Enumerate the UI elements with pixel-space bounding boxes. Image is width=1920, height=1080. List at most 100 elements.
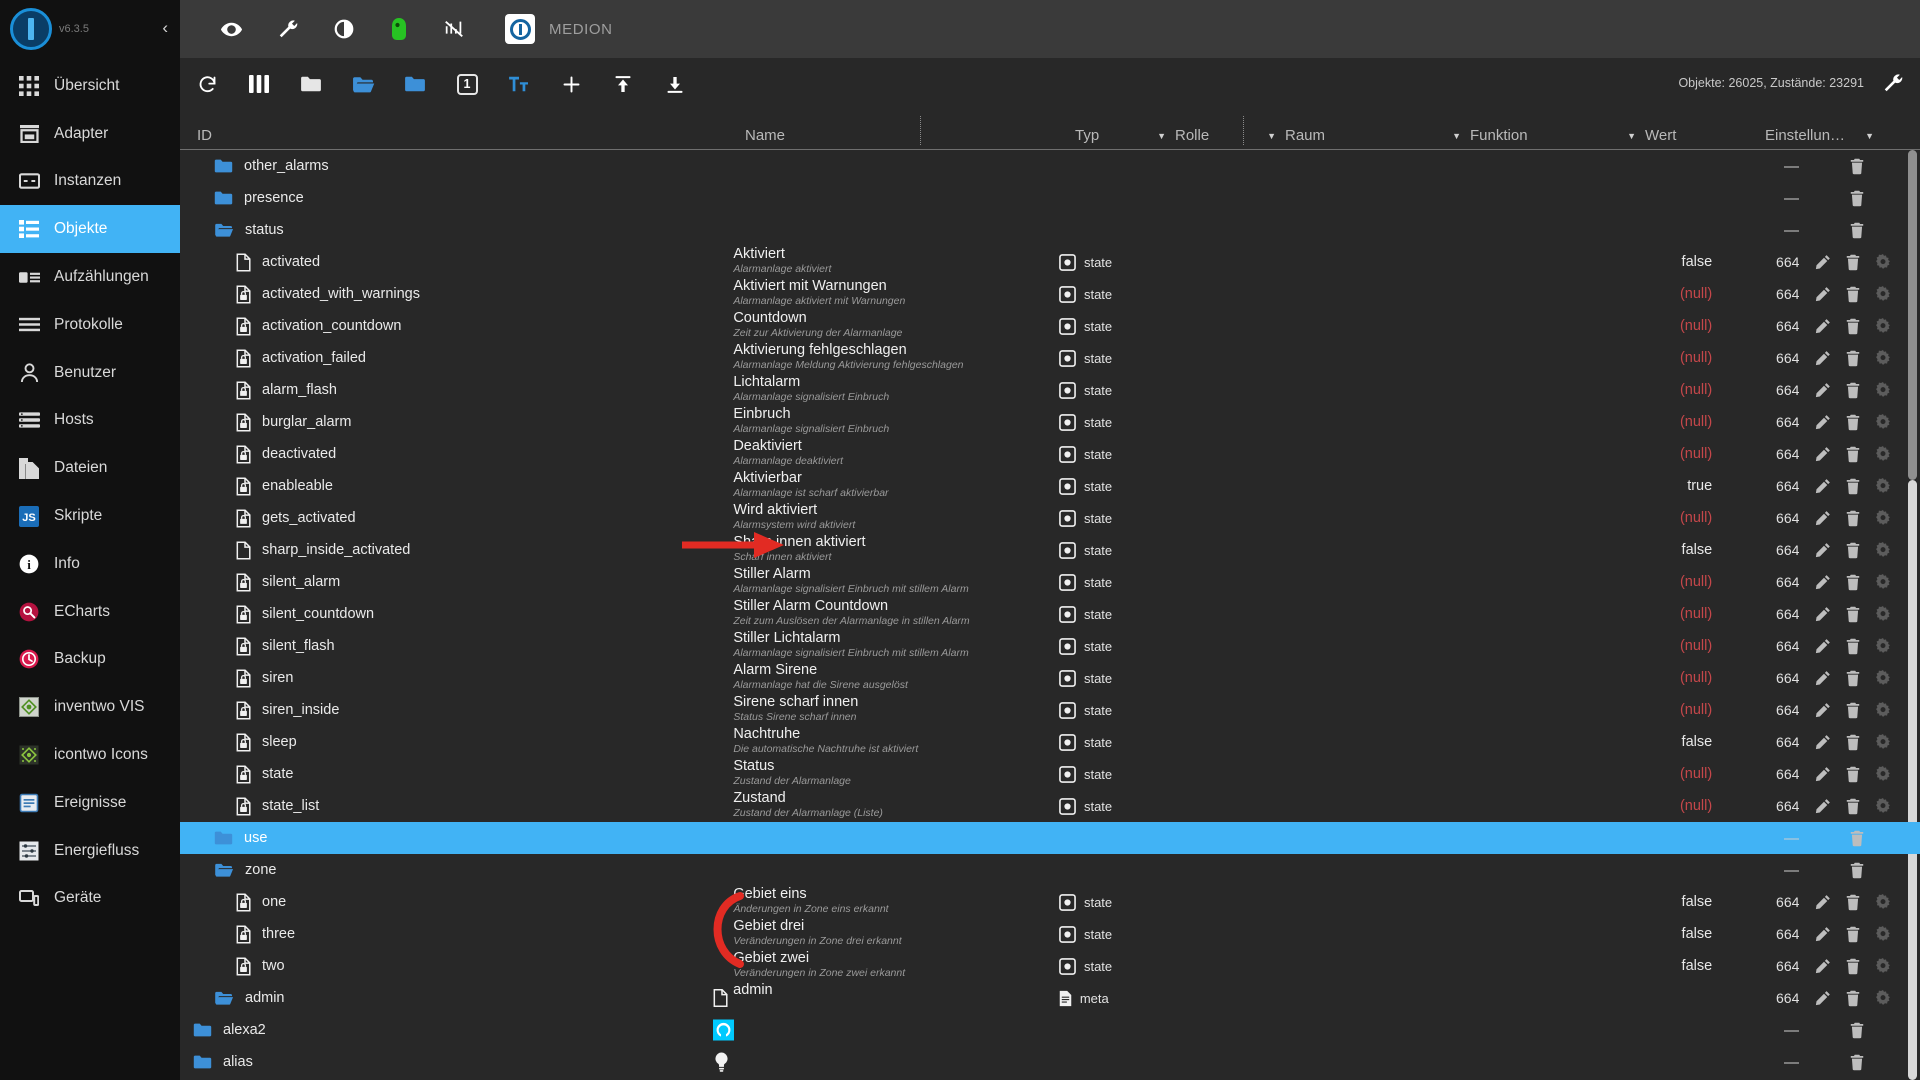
column-header-wert[interactable]: Wert [1640, 127, 1760, 144]
settings-icon[interactable] [1875, 670, 1891, 686]
edit-icon[interactable] [1815, 542, 1831, 558]
edit-icon[interactable] [1815, 286, 1831, 302]
cell-id[interactable]: activated_with_warnings [180, 278, 733, 310]
delete-icon[interactable] [1845, 414, 1861, 431]
cell-name[interactable]: Deaktiviert Alarmanlage deaktiviert [733, 438, 1059, 470]
sidebar-item-energiefluss[interactable]: Energiefluss [0, 827, 180, 875]
settings-icon[interactable] [1875, 414, 1891, 430]
cell-id[interactable]: activated [180, 246, 733, 278]
sidebar-item-objekte[interactable]: Objekte [0, 205, 180, 254]
settings-icon[interactable] [1875, 350, 1891, 366]
edit-icon[interactable] [1815, 926, 1831, 942]
table-row[interactable]: status — [180, 214, 1920, 246]
cell-id[interactable]: one [180, 886, 733, 918]
delete-icon[interactable] [1849, 1054, 1865, 1071]
sidebar-item-aufz-hlungen[interactable]: Aufzählungen [0, 253, 180, 301]
columns-icon[interactable] [246, 75, 272, 93]
settings-icon[interactable] [1875, 798, 1891, 814]
cell-name[interactable]: Gebiet drei Veränderungen in Zone drei er… [733, 918, 1059, 950]
delete-icon[interactable] [1849, 1022, 1865, 1039]
cell-name[interactable]: Aktiviert mit Warnungen Alarmanlage aktiv… [733, 278, 1059, 310]
edit-icon[interactable] [1815, 798, 1831, 814]
delete-icon[interactable] [1845, 702, 1861, 719]
edit-icon[interactable] [1815, 670, 1831, 686]
text-size-icon[interactable] [506, 75, 532, 93]
cell-name[interactable]: Alarm Sirene Alarmanlage hat die Sirene a… [733, 662, 1059, 694]
table-row[interactable]: alias — [180, 1046, 1920, 1078]
edit-icon[interactable] [1815, 510, 1831, 526]
cell-id[interactable]: alias [180, 1046, 733, 1078]
settings-icon[interactable] [1875, 318, 1891, 334]
delete-icon[interactable] [1845, 254, 1861, 271]
edit-icon[interactable] [1815, 766, 1831, 782]
settings-icon[interactable] [1875, 990, 1891, 1006]
cell-name[interactable] [733, 150, 1059, 182]
cell-id[interactable]: silent_flash [180, 630, 733, 662]
cell-name[interactable]: Gebiet eins Änderungen in Zone eins erkan… [733, 886, 1059, 918]
brightness-icon[interactable] [333, 18, 355, 40]
settings-icon[interactable] [1875, 510, 1891, 526]
delete-icon[interactable] [1845, 670, 1861, 687]
column-header-name[interactable]: Name [740, 127, 1070, 144]
table-row[interactable]: three Gebiet drei Veränderungen in Zone dr… [180, 918, 1920, 950]
column-divider[interactable] [920, 116, 921, 145]
cell-value[interactable]: (null) [1621, 758, 1740, 790]
delete-icon[interactable] [1845, 606, 1861, 623]
settings-icon[interactable] [1875, 542, 1891, 558]
edit-icon[interactable] [1815, 382, 1831, 398]
eye-icon[interactable] [220, 18, 243, 41]
table-row[interactable]: deactivated Deaktiviert Alarmanlage deakti… [180, 438, 1920, 470]
delete-icon[interactable] [1845, 350, 1861, 367]
no-connection-icon[interactable] [443, 18, 465, 40]
table-row[interactable]: state_list Zustand Zustand der Alarmanlage… [180, 790, 1920, 822]
delete-icon[interactable] [1845, 766, 1861, 783]
settings-icon[interactable] [1875, 894, 1891, 910]
cell-name[interactable] [715, 1046, 1059, 1078]
person-green-icon[interactable] [389, 17, 409, 41]
table-row[interactable]: two Gebiet zwei Veränderungen in Zone zwei… [180, 950, 1920, 982]
delete-icon[interactable] [1845, 446, 1861, 463]
cell-id[interactable]: sharp_inside_activated [180, 534, 733, 566]
cell-id[interactable]: burglar_alarm [180, 406, 733, 438]
sidebar-item-adapter[interactable]: Adapter [0, 110, 180, 158]
column-header-funktion[interactable]: Funktion ▼ [1465, 127, 1640, 144]
cell-id[interactable]: presence [180, 182, 733, 214]
cell-name[interactable]: Countdown Zeit zur Aktivierung der Alarma… [733, 310, 1059, 342]
table-row[interactable]: activated Aktiviert Alarmanlage aktiviert s… [180, 246, 1920, 278]
sidebar-item-backup[interactable]: Backup [0, 636, 180, 684]
delete-icon[interactable] [1849, 862, 1865, 879]
column-header-einstellungen[interactable]: Einstellun… ▼ [1760, 127, 1878, 144]
cell-value[interactable]: (null) [1621, 566, 1740, 598]
cell-value[interactable]: (null) [1621, 310, 1740, 342]
edit-icon[interactable] [1815, 638, 1831, 654]
cell-id[interactable]: activation_failed [180, 342, 733, 374]
cell-value[interactable] [1621, 182, 1740, 214]
settings-icon[interactable] [1875, 766, 1891, 782]
table-row[interactable]: activation_countdown Countdown Zeit zur Ak… [180, 310, 1920, 342]
table-row[interactable]: gets_activated Wird aktiviert Alarmsystem … [180, 502, 1920, 534]
cell-id[interactable]: alarm_flash [180, 374, 733, 406]
cell-value[interactable]: false [1621, 534, 1740, 566]
column-divider[interactable] [1243, 116, 1244, 145]
cell-value[interactable]: (null) [1621, 630, 1740, 662]
table-row[interactable]: burglar_alarm Einbruch Alarmanlage signali… [180, 406, 1920, 438]
cell-value[interactable]: (null) [1621, 790, 1740, 822]
cell-value[interactable]: false [1621, 726, 1740, 758]
edit-icon[interactable] [1815, 254, 1831, 270]
cell-value[interactable]: (null) [1621, 406, 1740, 438]
cell-id[interactable]: alexa2 [180, 1014, 733, 1046]
chevron-down-icon[interactable]: ▼ [1865, 131, 1874, 141]
edit-icon[interactable] [1815, 958, 1831, 974]
delete-icon[interactable] [1845, 574, 1861, 591]
edit-icon[interactable] [1815, 414, 1831, 430]
delete-icon[interactable] [1845, 478, 1861, 495]
edit-icon[interactable] [1815, 990, 1831, 1006]
edit-icon[interactable] [1815, 894, 1831, 910]
folder-open-icon[interactable] [350, 75, 376, 94]
cell-id[interactable]: sleep [180, 726, 733, 758]
table-row[interactable]: silent_alarm Stiller Alarm Alarmanlage sig… [180, 566, 1920, 598]
sidebar-collapse-button[interactable]: ‹ [162, 18, 168, 38]
delete-icon[interactable] [1845, 926, 1861, 943]
cell-name[interactable]: Status Zustand der Alarmanlage [733, 758, 1059, 790]
delete-icon[interactable] [1845, 286, 1861, 303]
